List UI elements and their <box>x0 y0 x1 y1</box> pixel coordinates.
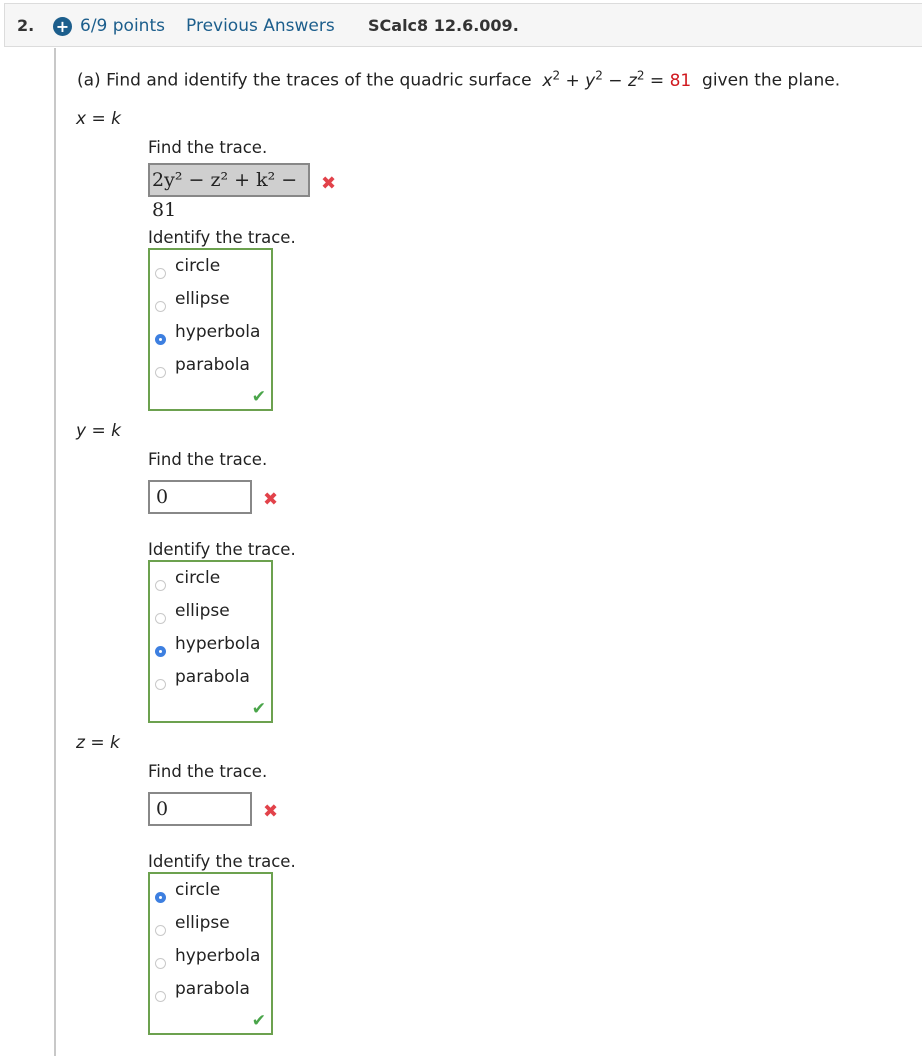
radio-button[interactable] <box>155 580 166 591</box>
radio-button[interactable] <box>155 646 166 657</box>
radio-button[interactable] <box>155 367 166 378</box>
option-parabola[interactable]: parabola <box>150 979 270 1003</box>
option-label: hyperbola <box>175 634 261 654</box>
radio-button[interactable] <box>155 679 166 690</box>
incorrect-icon: ✖ <box>321 173 337 194</box>
trace-type-choices: circle ellipse hyperbola parabola ✔ <box>148 560 273 723</box>
option-label: circle <box>175 880 221 900</box>
trace-answer-field[interactable]: 2y² − z² + k² − 81 <box>148 163 310 221</box>
plane-label: x = k <box>76 109 121 129</box>
radio-button[interactable] <box>155 925 166 936</box>
rhs-value: 81 <box>669 70 692 91</box>
option-ellipse[interactable]: ellipse <box>150 289 270 313</box>
radio-button[interactable] <box>155 613 166 624</box>
points-link[interactable]: 6/9 points <box>80 16 165 36</box>
option-label: ellipse <box>175 913 230 933</box>
plane-label: z = k <box>76 733 120 753</box>
plus-icon[interactable]: + <box>53 17 72 36</box>
trace-answer-field[interactable]: 0 <box>148 480 252 514</box>
option-label: circle <box>175 256 221 276</box>
option-hyperbola[interactable]: hyperbola <box>150 322 270 346</box>
question-prefix: (a) Find and identify the traces of the … <box>77 70 532 91</box>
option-hyperbola[interactable]: hyperbola <box>150 634 270 658</box>
option-label: ellipse <box>175 601 230 621</box>
trace-answer-field[interactable]: 0 <box>148 792 252 826</box>
trace-type-choices: circle ellipse hyperbola parabola ✔ <box>148 872 273 1035</box>
option-hyperbola[interactable]: hyperbola <box>150 946 270 970</box>
incorrect-icon: ✖ <box>263 489 279 510</box>
incorrect-icon: ✖ <box>263 801 279 822</box>
option-circle[interactable]: circle <box>150 880 270 904</box>
option-circle[interactable]: circle <box>150 568 270 592</box>
option-label: circle <box>175 568 221 588</box>
question-text: (a) Find and identify the traces of the … <box>77 68 840 91</box>
surface-equation: x2 + y2 − z2 = 81 <box>542 68 692 91</box>
radio-button[interactable] <box>155 892 166 903</box>
question-source: SCalc8 12.6.009. <box>368 16 519 35</box>
option-label: parabola <box>175 667 250 687</box>
option-label: hyperbola <box>175 322 261 342</box>
identify-trace-label: Identify the trace. <box>148 852 296 871</box>
option-label: hyperbola <box>175 946 261 966</box>
radio-button[interactable] <box>155 334 166 345</box>
identify-trace-label: Identify the trace. <box>148 540 296 559</box>
previous-answers-link[interactable]: Previous Answers <box>186 16 335 36</box>
correct-icon: ✔ <box>251 387 266 407</box>
option-ellipse[interactable]: ellipse <box>150 601 270 625</box>
find-trace-label: Find the trace. <box>148 450 268 469</box>
correct-icon: ✔ <box>251 1011 266 1031</box>
radio-button[interactable] <box>155 991 166 1002</box>
option-label: ellipse <box>175 289 230 309</box>
option-ellipse[interactable]: ellipse <box>150 913 270 937</box>
correct-icon: ✔ <box>251 699 266 719</box>
option-label: parabola <box>175 355 250 375</box>
radio-button[interactable] <box>155 268 166 279</box>
radio-button[interactable] <box>155 301 166 312</box>
option-label: parabola <box>175 979 250 999</box>
question-suffix: given the plane. <box>702 70 841 91</box>
find-trace-label: Find the trace. <box>148 762 268 781</box>
find-trace-label: Find the trace. <box>148 138 268 157</box>
radio-button[interactable] <box>155 958 166 969</box>
question-divider <box>54 48 56 1056</box>
option-circle[interactable]: circle <box>150 256 270 280</box>
plane-label: y = k <box>76 421 121 441</box>
option-parabola[interactable]: parabola <box>150 667 270 691</box>
option-parabola[interactable]: parabola <box>150 355 270 379</box>
question-number: 2. <box>17 16 35 35</box>
trace-type-choices: circle ellipse hyperbola parabola ✔ <box>148 248 273 411</box>
identify-trace-label: Identify the trace. <box>148 228 296 247</box>
